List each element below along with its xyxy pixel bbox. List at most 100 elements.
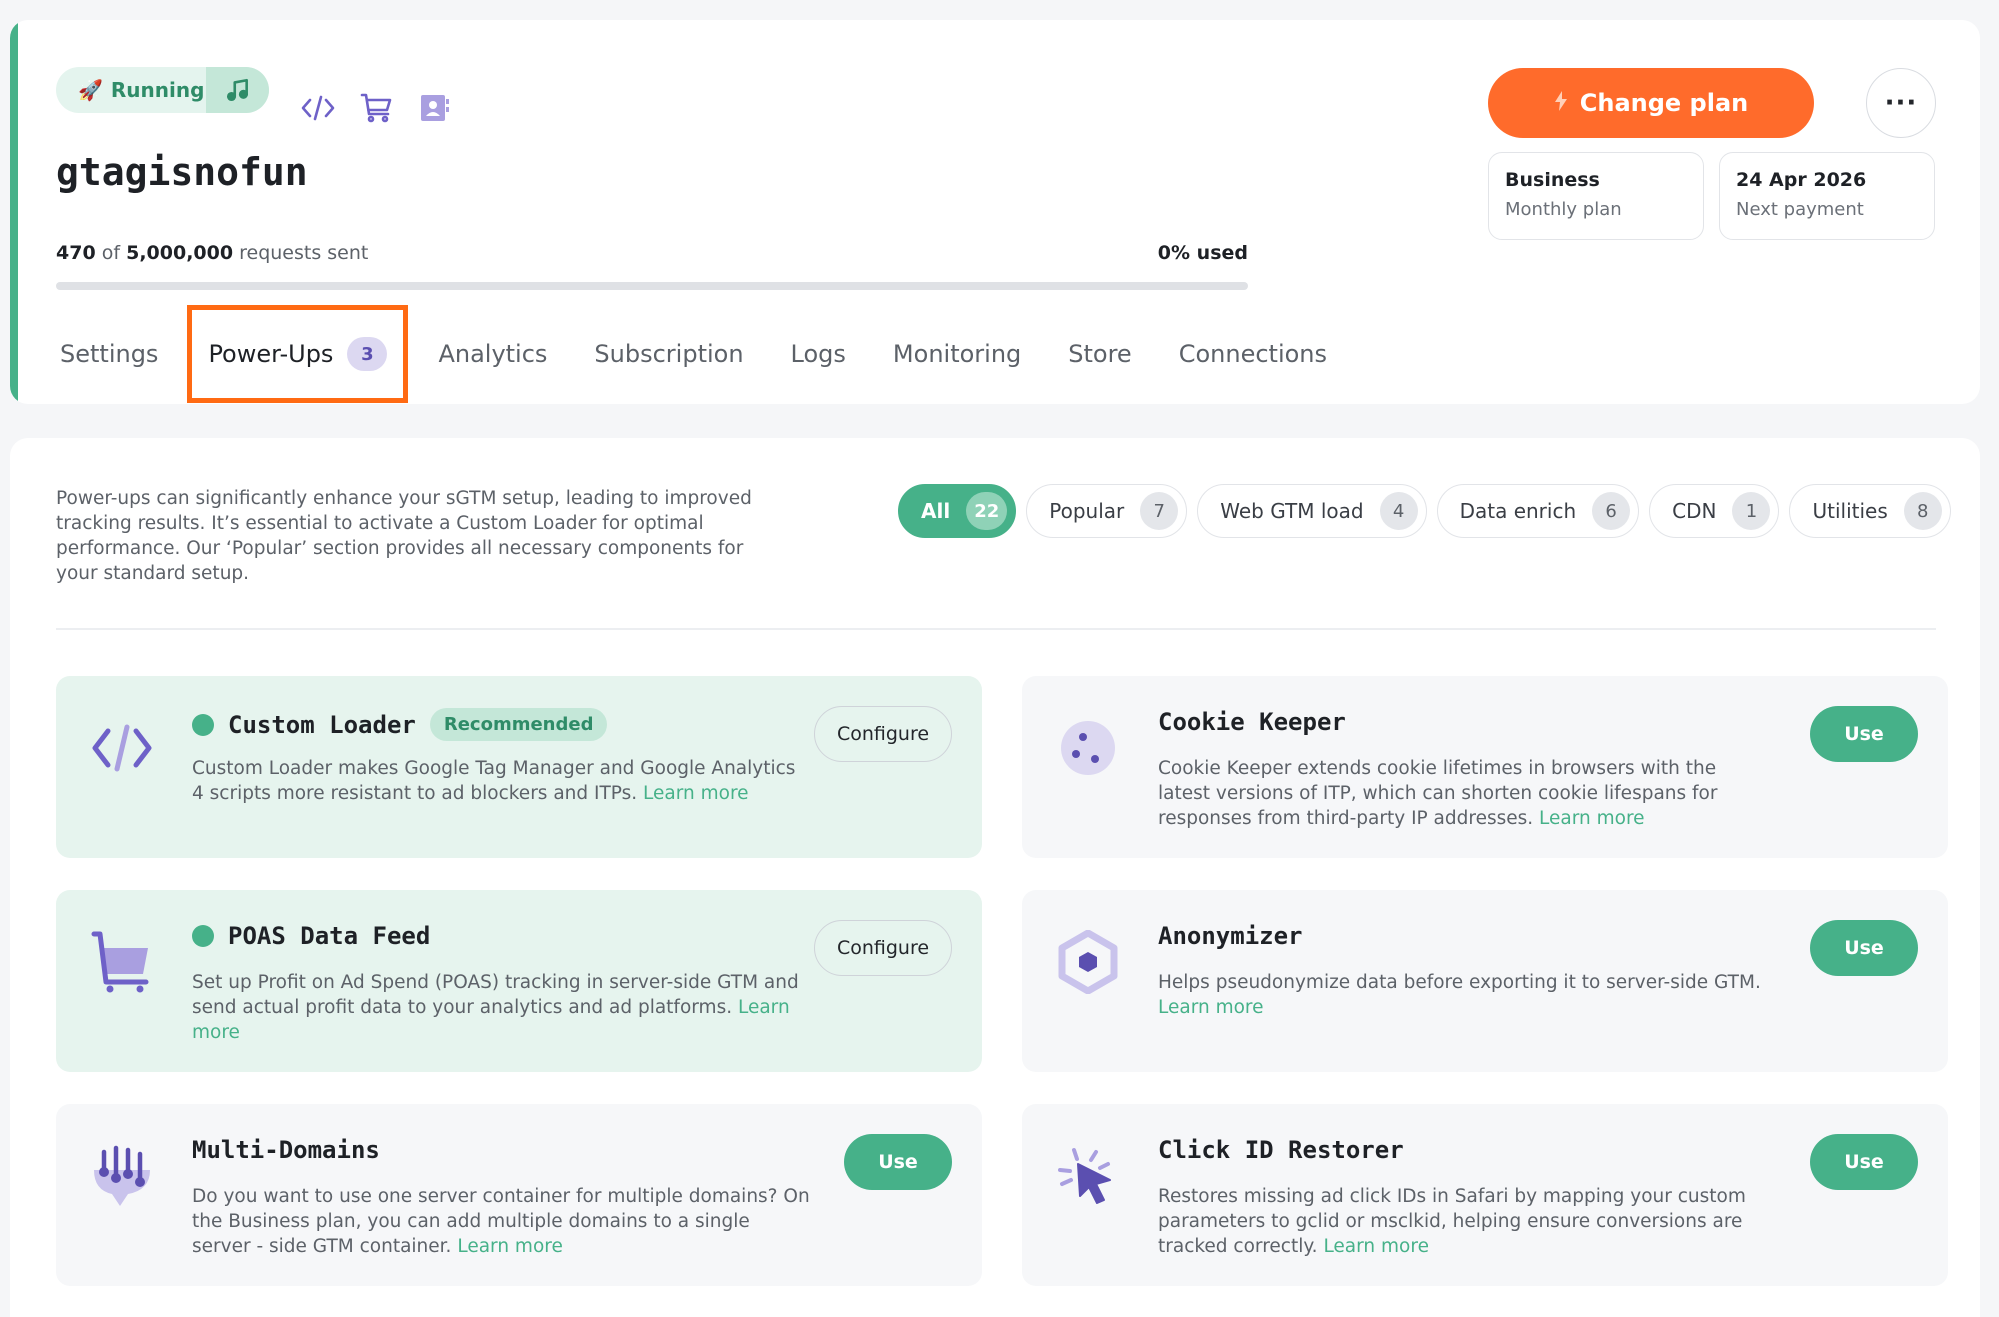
power-up-card-anonymizer: Anonymizer Helps pseudonymize data befor… xyxy=(1022,890,1948,1072)
filter-count: 7 xyxy=(1140,492,1179,530)
recommended-badge: Recommended xyxy=(429,708,608,741)
learn-more-link[interactable]: Learn more xyxy=(643,783,749,804)
filter-cdn[interactable]: CDN 1 xyxy=(1649,484,1780,538)
power-up-header: Click ID Restorer xyxy=(1158,1136,1404,1164)
tab-logs[interactable]: Logs xyxy=(791,340,846,368)
status-accent-bar xyxy=(10,20,18,404)
filter-count: 22 xyxy=(966,492,1008,530)
use-button[interactable]: Use xyxy=(1810,920,1918,976)
tab-settings[interactable]: Settings xyxy=(60,340,158,368)
filter-popular[interactable]: Popular 7 xyxy=(1026,484,1188,538)
payment-label: Next payment xyxy=(1736,199,1864,220)
use-button[interactable]: Use xyxy=(1810,706,1918,762)
power-up-description: Cookie Keeper extends cookie lifetimes i… xyxy=(1158,756,1768,831)
power-up-header: Multi-Domains xyxy=(192,1136,380,1164)
container-name: gtagisnofun xyxy=(56,150,308,194)
change-plan-label: Change plan xyxy=(1579,89,1749,117)
filter-data-enrich[interactable]: Data enrich 6 xyxy=(1436,484,1640,538)
filter-count: 4 xyxy=(1379,492,1418,530)
usage-total: 5,000,000 xyxy=(126,242,234,264)
learn-more-link[interactable]: Learn more xyxy=(457,1236,563,1257)
contact-card-icon[interactable] xyxy=(416,90,452,126)
power-up-title: Custom Loader xyxy=(228,710,416,739)
power-up-header: Custom Loader Recommended xyxy=(192,708,608,741)
tab-count-badge: 3 xyxy=(347,337,388,371)
usage-summary: 470 of 5,000,000 requests sent 0% used xyxy=(56,242,1248,264)
usage-suffix: requests sent xyxy=(239,242,369,264)
music-icon[interactable] xyxy=(206,67,269,113)
power-up-description: Restores missing ad click IDs in Safari … xyxy=(1158,1184,1768,1259)
status-pill: 🚀 Running xyxy=(56,67,269,113)
active-status-dot xyxy=(192,713,214,736)
header-icons xyxy=(300,90,452,126)
change-plan-button[interactable]: Change plan xyxy=(1488,68,1814,138)
power-up-title: Multi-Domains xyxy=(192,1136,380,1164)
usage-progress-bar xyxy=(56,282,1248,290)
tab-label: Connections xyxy=(1178,340,1328,368)
filter-chips: All 22 Popular 7 Web GTM load 4 Data enrich… xyxy=(898,484,1951,538)
filter-web-gtm-load[interactable]: Web GTM load 4 xyxy=(1197,484,1427,538)
plan-type: Monthly plan xyxy=(1505,199,1622,220)
power-up-header: Anonymizer xyxy=(1158,922,1303,950)
filter-label: Web GTM load xyxy=(1220,499,1364,523)
filter-label: All xyxy=(921,499,951,523)
learn-more-link[interactable]: Learn more xyxy=(1158,997,1264,1018)
multi-domains-icon xyxy=(90,1144,154,1208)
tab-bar: Settings Power-Ups 3 Analytics Subscript… xyxy=(60,304,1374,404)
power-up-description: Do you want to use one server container … xyxy=(192,1184,812,1259)
power-up-card-custom-loader: Custom Loader Recommended Custom Loader … xyxy=(56,676,982,858)
description-text: Set up Profit on Ad Spend (POAS) trackin… xyxy=(192,972,799,1018)
filter-utilities[interactable]: Utilities 8 xyxy=(1789,484,1951,538)
cart-icon xyxy=(90,930,154,994)
tab-store[interactable]: Store xyxy=(1068,340,1131,368)
use-button[interactable]: Use xyxy=(1810,1134,1918,1190)
tab-label: Analytics xyxy=(438,340,548,368)
configure-button[interactable]: Configure xyxy=(814,920,952,976)
power-up-description: Helps pseudonymize data before exporting… xyxy=(1158,970,1768,1020)
filter-label: CDN xyxy=(1672,499,1717,523)
power-up-title: POAS Data Feed xyxy=(228,922,431,950)
usage-text: 470 of 5,000,000 requests sent xyxy=(56,242,368,264)
cookie-icon xyxy=(1056,716,1120,780)
code-icon[interactable] xyxy=(300,90,336,126)
power-up-card-multi-domains: Multi-Domains Do you want to use one ser… xyxy=(56,1104,982,1286)
power-up-header: POAS Data Feed xyxy=(192,922,430,950)
tab-label: Subscription xyxy=(594,340,744,368)
use-button[interactable]: Use xyxy=(844,1134,952,1190)
usage-used: 470 xyxy=(56,242,96,264)
tab-monitoring[interactable]: Monitoring xyxy=(893,340,1021,368)
power-up-description: Set up Profit on Ad Spend (POAS) trackin… xyxy=(192,970,802,1045)
power-up-title: Cookie Keeper xyxy=(1158,708,1346,736)
learn-more-link[interactable]: Learn more xyxy=(1539,808,1645,829)
status-running: 🚀 Running xyxy=(56,67,206,113)
tab-power-ups[interactable]: Power-Ups 3 xyxy=(187,305,409,403)
tab-connections[interactable]: Connections xyxy=(1179,340,1327,368)
filter-label: Popular xyxy=(1049,499,1125,523)
tab-label: Monitoring xyxy=(892,340,1022,368)
more-options-button[interactable]: ··· xyxy=(1866,68,1936,138)
hexagon-icon xyxy=(1056,930,1120,994)
cart-icon[interactable] xyxy=(358,90,394,126)
configure-button[interactable]: Configure xyxy=(814,706,952,762)
payment-info-box: 24 Apr 2026 Next payment xyxy=(1719,152,1935,240)
tab-label: Power-Ups xyxy=(208,340,334,368)
tab-subscription[interactable]: Subscription xyxy=(594,340,743,368)
tab-analytics[interactable]: Analytics xyxy=(438,340,547,368)
power-up-card-cookie-keeper: Cookie Keeper Cookie Keeper extends cook… xyxy=(1022,676,1948,858)
cursor-click-icon xyxy=(1056,1144,1120,1208)
learn-more-link[interactable]: Learn more xyxy=(1323,1236,1429,1257)
container-header-card: 🚀 Running gtagisnofun 470 of 5,000,000 r… xyxy=(10,20,1980,404)
filter-count: 1 xyxy=(1732,492,1771,530)
active-status-dot xyxy=(192,925,214,947)
power-up-description: Custom Loader makes Google Tag Manager a… xyxy=(192,756,802,806)
power-ups-panel: Power-ups can significantly enhance your… xyxy=(10,438,1980,1317)
plan-info-box: Business Monthly plan xyxy=(1488,152,1704,240)
usage-percent: 0% used xyxy=(1157,242,1248,264)
power-up-card-poas-data-feed: POAS Data Feed Set up Profit on Ad Spend… xyxy=(56,890,982,1072)
plan-name: Business xyxy=(1505,169,1600,191)
power-ups-intro: Power-ups can significantly enhance your… xyxy=(56,488,752,584)
power-up-title: Click ID Restorer xyxy=(1158,1136,1404,1164)
section-divider xyxy=(56,628,1936,630)
rocket-icon: 🚀 xyxy=(78,78,103,102)
filter-all[interactable]: All 22 xyxy=(898,484,1017,538)
